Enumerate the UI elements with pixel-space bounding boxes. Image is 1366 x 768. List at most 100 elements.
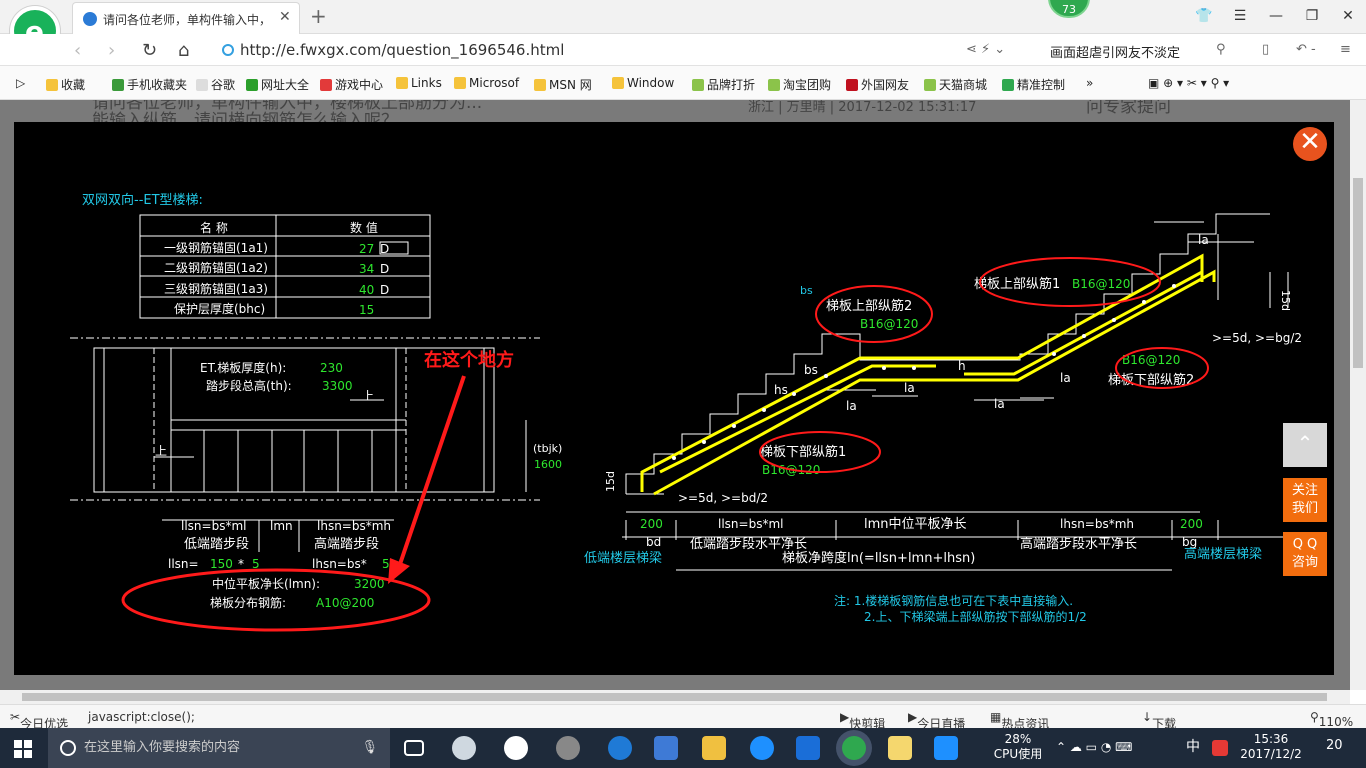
- tray-icons[interactable]: ⌃ ☁ ▭ ◔ ⌨: [1056, 740, 1132, 755]
- bookmark-item[interactable]: 品牌打折: [692, 76, 755, 93]
- la-label: la: [1060, 371, 1071, 385]
- high-horiz-label: 高端踏步段水平净长: [1020, 536, 1137, 552]
- undo-icon[interactable]: ↶ -: [1296, 42, 1316, 57]
- download[interactable]: ↓ 下载: [1142, 710, 1176, 731]
- notes-icon[interactable]: [888, 736, 912, 760]
- mid-plate-label: 中位平板净长(lmn):: [212, 576, 320, 591]
- zoom-level[interactable]: ⚲ 110%: [1310, 710, 1353, 729]
- folder-icon[interactable]: [702, 736, 726, 760]
- upper-long-bar2: 梯板上部纵筋2: [826, 298, 912, 314]
- store-icon[interactable]: [654, 736, 678, 760]
- news-ticker[interactable]: 画面超虐引网友不淡定: [1050, 42, 1180, 61]
- hot-news[interactable]: ▦ 热点资讯: [990, 710, 1049, 731]
- low-beam-label: 低端楼层梯梁: [584, 551, 662, 566]
- bookmark-item[interactable]: 收藏: [46, 76, 85, 93]
- address-bar: ‹ › ↻ ⌂ http://e.fwxgx.com/question_1696…: [0, 34, 1366, 66]
- ime-indicator[interactable]: 中: [1186, 740, 1200, 755]
- scroll-thumb[interactable]: [22, 693, 1327, 701]
- cpu-usage[interactable]: 28% CPU使用: [990, 732, 1046, 762]
- today-picks[interactable]: ✂ 今日优选: [10, 710, 68, 731]
- row-value: 34: [359, 262, 374, 276]
- back-icon[interactable]: ‹: [74, 40, 81, 61]
- bookmark-item[interactable]: Window: [612, 76, 674, 90]
- url-text: http://e.fwxgx.com/question_1696546.html: [240, 41, 565, 59]
- llsn-val1: 150: [210, 557, 233, 571]
- browser-tab[interactable]: 请问各位老师，单构件输入中， ✕: [72, 2, 300, 34]
- mid-horiz-label: lmn中位平板净长: [864, 517, 967, 532]
- bookmark-item[interactable]: 游戏中心: [320, 76, 383, 93]
- ie-icon[interactable]: [750, 736, 774, 760]
- extension-icons[interactable]: ▣ ⊕ ▾ ✂ ▾ ⚲ ▾: [1148, 76, 1229, 90]
- bookmark-item[interactable]: 网址大全: [246, 76, 309, 93]
- browser-icon[interactable]: [504, 736, 528, 760]
- minimize-button[interactable]: —: [1258, 0, 1294, 32]
- bookmark-item[interactable]: 淘宝团购: [768, 76, 831, 93]
- slab-thickness-value: 230: [320, 361, 343, 375]
- taskbar-search[interactable]: 在这里输入你要搜索的内容 🎙: [48, 728, 390, 768]
- page-viewport: 请问各位老师，单构件输入中，楼梯板上部筋分为... 能输入纵筋，请问横向钢筋怎么…: [0, 100, 1366, 690]
- bookmark-item[interactable]: Links: [396, 76, 442, 90]
- new-tab-button[interactable]: +: [310, 4, 327, 28]
- refresh-icon[interactable]: ↻: [142, 40, 157, 61]
- bookmark-item[interactable]: Microsof: [454, 76, 519, 90]
- follow-us-button[interactable]: 关注 我们: [1283, 478, 1327, 522]
- app-icon[interactable]: [452, 736, 476, 760]
- notification-badge[interactable]: 73: [1048, 0, 1090, 18]
- share-icon[interactable]: ⋖ ⚡ ⌄: [966, 42, 1005, 57]
- sidebar-toggle-icon[interactable]: ▷: [16, 76, 25, 90]
- notification-center[interactable]: 20: [1326, 738, 1343, 753]
- scroll-thumb[interactable]: [1353, 178, 1363, 368]
- llsn-mul: *: [238, 557, 244, 571]
- active-browser-icon[interactable]: [842, 736, 866, 760]
- menu-icon[interactable]: ☰: [1222, 0, 1258, 32]
- app-icon[interactable]: [796, 736, 820, 760]
- task-view-icon[interactable]: [404, 740, 424, 756]
- d15-label: 15d: [604, 471, 617, 492]
- bookmark-item[interactable]: 谷歌: [196, 76, 235, 93]
- bookmarks-overflow-icon[interactable]: »: [1086, 76, 1093, 90]
- bookmark-item[interactable]: 精准控制: [1002, 76, 1065, 93]
- qq-consult-button[interactable]: Q Q 咨询: [1283, 532, 1327, 576]
- image-lightbox: 双网双向--ET型楼梯: 名 称 数 值 一级钢筋锚固(1a1) 27 D 二级…: [14, 122, 1334, 675]
- tbjk-label: (tbjk): [533, 442, 562, 455]
- more-menu-icon[interactable]: ≡: [1340, 42, 1351, 57]
- skin-icon[interactable]: 👕: [1186, 0, 1222, 32]
- vertical-scrollbar[interactable]: [1350, 100, 1366, 690]
- h-label: h: [958, 359, 966, 373]
- forward-icon[interactable]: ›: [108, 40, 115, 61]
- cad-drawing: 双网双向--ET型楼梯: 名 称 数 值 一级钢筋锚固(1a1) 27 D 二级…: [70, 192, 1302, 632]
- bookmark-item[interactable]: 天猫商城: [924, 76, 987, 93]
- row-value: 27: [359, 242, 374, 256]
- bookmark-item[interactable]: 外国网友: [846, 76, 909, 93]
- url-field[interactable]: http://e.fwxgx.com/question_1696546.html: [222, 38, 1022, 62]
- mic-icon[interactable]: 🎙: [361, 728, 378, 768]
- back-to-top-button[interactable]: ⌃: [1283, 423, 1327, 467]
- side-title: 问专家提问: [1086, 100, 1171, 117]
- bookmark-item[interactable]: MSN 网: [534, 76, 592, 93]
- lmn-label: lmn: [270, 519, 293, 533]
- search-icon[interactable]: ⚲: [1216, 42, 1226, 57]
- phone-icon[interactable]: ▯: [1262, 42, 1269, 57]
- app-icon[interactable]: [934, 736, 958, 760]
- lightbox-close-button[interactable]: ✕: [1293, 127, 1327, 161]
- restore-button[interactable]: ❐: [1294, 0, 1330, 32]
- sogou-icon[interactable]: [1212, 740, 1228, 756]
- site-favicon-icon: [83, 12, 97, 26]
- close-window-button[interactable]: ✕: [1330, 0, 1366, 32]
- windows-start-icon[interactable]: [14, 740, 32, 758]
- quick-clip[interactable]: ▶ 快剪辑: [840, 710, 885, 731]
- edge-icon[interactable]: [608, 736, 632, 760]
- lhsn-eq: lhsn=bs*: [312, 557, 367, 571]
- up-label: 上: [362, 389, 374, 403]
- tbjk-value: 1600: [534, 458, 562, 471]
- home-icon[interactable]: ⌂: [178, 40, 189, 61]
- dist-bar-value: A10@200: [316, 596, 374, 610]
- horizontal-scrollbar[interactable]: [0, 690, 1350, 704]
- bookmark-item[interactable]: 手机收藏夹: [112, 76, 187, 93]
- row-value: 15: [359, 303, 374, 317]
- clock[interactable]: 15:36 2017/12/2: [1240, 732, 1302, 762]
- row-name: 二级钢筋锚固(1a2): [164, 260, 268, 275]
- tab-close-icon[interactable]: ✕: [279, 9, 291, 25]
- app-icon[interactable]: [556, 736, 580, 760]
- today-live[interactable]: ▶ 今日直播: [908, 710, 965, 731]
